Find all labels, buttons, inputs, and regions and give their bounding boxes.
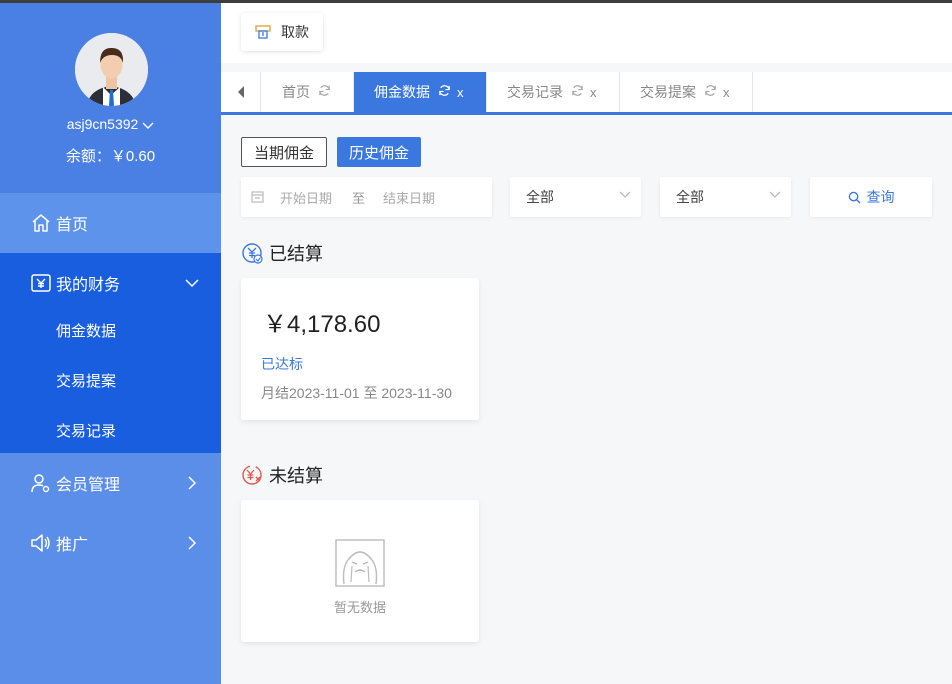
unsettled-commission-card: 暂无数据 bbox=[241, 500, 479, 642]
main-content: 当期佣金 历史佣金 开始日期 至 结束日期 全部 全部 查询 已结算 ￥4,17… bbox=[221, 118, 952, 684]
close-icon[interactable]: x bbox=[457, 85, 464, 100]
settled-commission-card: ￥4,178.60 已达标 月结2023-11-01 至 2023-11-30 bbox=[241, 278, 479, 420]
chevron-down-icon bbox=[142, 117, 154, 133]
unsettled-section-title: 未结算 bbox=[241, 462, 323, 488]
user-settings-icon bbox=[30, 472, 52, 494]
sidebar-item-home[interactable]: 首页 bbox=[0, 193, 221, 253]
search-icon bbox=[848, 191, 861, 204]
start-date-input[interactable]: 开始日期 bbox=[280, 188, 332, 207]
finance-submenu: 佣金数据 交易提案 交易记录 bbox=[0, 313, 221, 453]
filter-select-1[interactable]: 全部 bbox=[510, 177, 641, 217]
sidebar-item-label: 首页 bbox=[56, 217, 89, 234]
filter-select-2[interactable]: 全部 bbox=[660, 177, 791, 217]
chevron-right-icon bbox=[184, 535, 200, 551]
query-label: 查询 bbox=[866, 189, 895, 205]
balance-text: 余额：￥0.60 bbox=[65, 148, 156, 165]
home-icon bbox=[30, 212, 52, 234]
yen-settled-icon bbox=[242, 243, 263, 264]
top-header: 取款 bbox=[221, 3, 952, 63]
calendar-icon bbox=[251, 191, 264, 203]
date-separator: 至 bbox=[352, 190, 366, 206]
sidebar-item-label: 会员管理 bbox=[56, 477, 121, 494]
megaphone-icon bbox=[30, 532, 52, 554]
wallet-yen-icon bbox=[30, 272, 52, 294]
sidebar-item-label: 我的财务 bbox=[56, 277, 121, 294]
refresh-icon[interactable] bbox=[571, 84, 584, 100]
tab-label: 交易记录 bbox=[507, 84, 563, 100]
user-profile: asj9cn5392 余额：￥0.60 bbox=[0, 3, 221, 193]
select-value: 全部 bbox=[526, 189, 554, 205]
date-range-picker[interactable]: 开始日期 至 结束日期 bbox=[241, 177, 492, 217]
chevron-down-icon bbox=[619, 191, 631, 198]
sidebar-item-label: 推广 bbox=[56, 537, 89, 554]
sidebar-item-finance[interactable]: 我的财务 bbox=[0, 253, 221, 313]
username[interactable]: asj9cn5392 bbox=[0, 116, 221, 133]
section-title-text: 已结算 bbox=[269, 244, 323, 264]
sidebar-subitem-commission[interactable]: 佣金数据 bbox=[56, 320, 116, 341]
close-icon[interactable]: x bbox=[590, 85, 597, 100]
tab-home[interactable]: 首页 bbox=[262, 72, 354, 112]
withdraw-icon bbox=[255, 25, 271, 39]
end-date-input[interactable]: 结束日期 bbox=[383, 188, 435, 207]
withdraw-button[interactable]: 取款 bbox=[241, 13, 323, 51]
sidebar-subitem-records[interactable]: 交易记录 bbox=[56, 420, 116, 441]
current-commission-button[interactable]: 当期佣金 bbox=[241, 137, 327, 167]
sidebar-subitem-proposal[interactable]: 交易提案 bbox=[56, 370, 116, 391]
query-button[interactable]: 查询 bbox=[810, 177, 932, 217]
sidebar: asj9cn5392 余额：￥0.60 首页 我的财务 佣金数据 交易提案 交易… bbox=[0, 3, 221, 684]
tab-bar: 首页 佣金数据 x 交易记录 x 交易提案 x bbox=[221, 72, 952, 115]
tab-transaction-proposal[interactable]: 交易提案 x bbox=[620, 72, 753, 112]
select-value: 全部 bbox=[676, 189, 704, 205]
chevron-right-icon bbox=[184, 475, 200, 491]
tab-transaction-records[interactable]: 交易记录 x bbox=[487, 72, 620, 112]
avatar[interactable] bbox=[75, 33, 148, 106]
avatar-icon bbox=[75, 33, 148, 106]
username-text: asj9cn5392 bbox=[66, 116, 139, 132]
refresh-icon[interactable] bbox=[704, 84, 717, 100]
section-title-text: 未结算 bbox=[269, 466, 323, 486]
tab-label: 佣金数据 bbox=[374, 84, 430, 100]
tab-scroll-left-button[interactable] bbox=[221, 72, 261, 112]
settled-section-title: 已结算 bbox=[241, 240, 323, 266]
chevron-down-icon bbox=[184, 275, 200, 291]
commission-amount: ￥4,178.60 bbox=[263, 311, 381, 338]
refresh-icon[interactable] bbox=[318, 84, 331, 100]
caret-left-icon bbox=[237, 86, 244, 98]
history-commission-button[interactable]: 历史佣金 bbox=[337, 137, 421, 167]
withdraw-label: 取款 bbox=[281, 24, 309, 40]
yen-unsettled-icon bbox=[242, 465, 262, 485]
empty-data-icon bbox=[335, 539, 385, 587]
chevron-down-icon bbox=[769, 191, 781, 198]
status-badge: 已达标 bbox=[261, 356, 303, 372]
close-icon[interactable]: x bbox=[723, 85, 730, 100]
tab-label: 首页 bbox=[282, 84, 310, 100]
refresh-icon[interactable] bbox=[438, 84, 451, 100]
tab-commission-data[interactable]: 佣金数据 x bbox=[354, 72, 487, 112]
sidebar-item-promotion[interactable]: 推广 bbox=[0, 513, 221, 573]
empty-data-text: 暂无数据 bbox=[333, 600, 386, 615]
window-top-border bbox=[0, 0, 952, 3]
tab-label: 交易提案 bbox=[640, 84, 696, 100]
settlement-period: 月结2023-11-01 至 2023-11-30 bbox=[261, 385, 452, 401]
sidebar-item-member[interactable]: 会员管理 bbox=[0, 453, 221, 513]
